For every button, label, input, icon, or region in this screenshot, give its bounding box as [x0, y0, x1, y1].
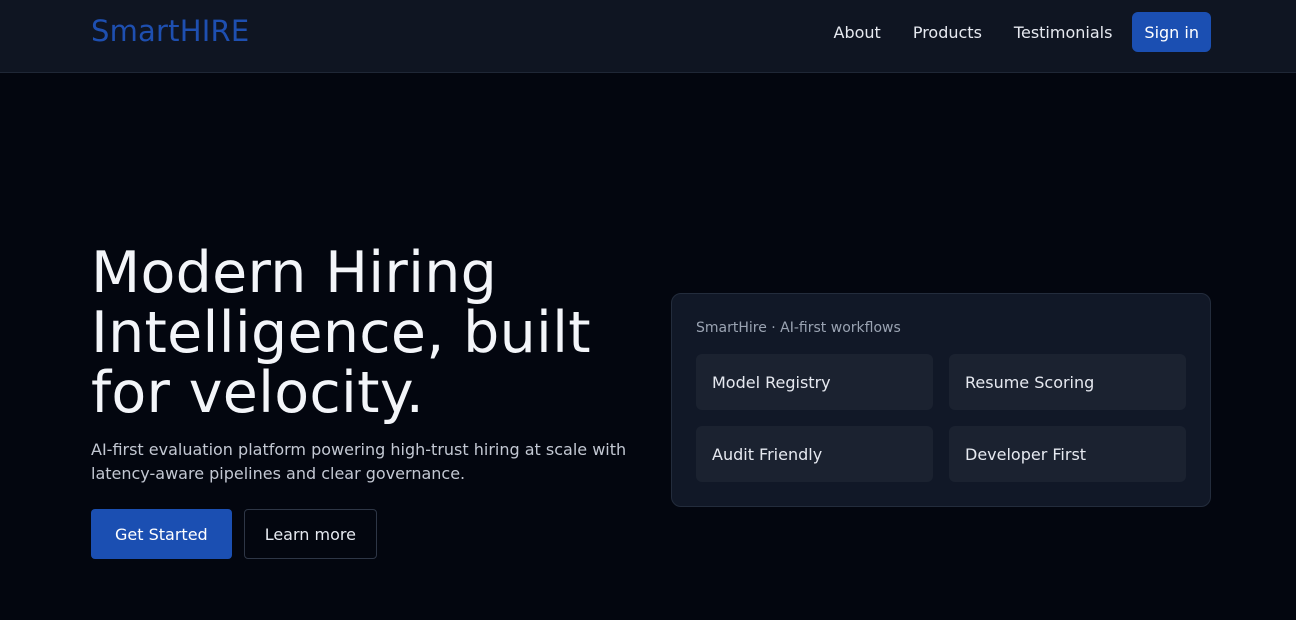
- hero-title: Modern Hiring Intelligence, built for ve…: [91, 240, 591, 426]
- hero-subtitle: AI-first evaluation platform powering hi…: [91, 440, 627, 483]
- learn-more-button[interactable]: Learn more: [243, 509, 377, 559]
- brand-logo[interactable]: SmartHIRE: [91, 14, 249, 48]
- top-navbar: SmartHIRE About Products Testimonials Si…: [0, 0, 1296, 73]
- cta-row: Get Started Learn more: [91, 509, 377, 559]
- feature-card-audit-friendly: Audit Friendly: [696, 426, 933, 482]
- feature-card-developer-first: Developer First: [949, 426, 1186, 482]
- main-nav: About Products Testimonials Sign in: [834, 12, 1211, 52]
- feature-card-model-registry: Model Registry: [696, 354, 933, 410]
- feature-card-resume-scoring: Resume Scoring: [949, 354, 1186, 410]
- nav-link-products[interactable]: Products: [913, 23, 982, 42]
- workflow-panel: SmartHire · AI-first workflows Model Reg…: [671, 293, 1211, 507]
- feature-grid: Model Registry Resume Scoring Audit Frie…: [696, 354, 1186, 482]
- nav-link-testimonials[interactable]: Testimonials: [1014, 23, 1113, 42]
- nav-link-about[interactable]: About: [834, 23, 881, 42]
- get-started-button[interactable]: Get Started: [91, 509, 232, 559]
- sign-in-button[interactable]: Sign in: [1132, 12, 1211, 52]
- panel-caption: SmartHire · AI-first workflows: [696, 320, 901, 336]
